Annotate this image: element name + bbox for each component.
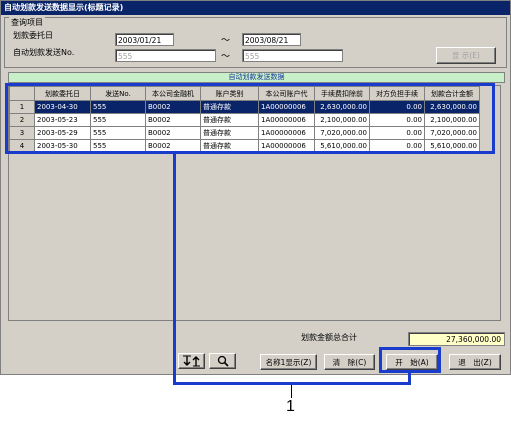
- app-window: 自动划款发送数据显示(标题记录) 查询项目 划款委托日 2003/01/21 ～…: [0, 0, 511, 375]
- no-range-separator: ～: [221, 52, 231, 62]
- callout-bracket-right: [408, 370, 411, 385]
- date-to-field[interactable]: 2003/08/21: [242, 33, 301, 46]
- clear-button[interactable]: 清 除(C): [324, 354, 375, 370]
- no-label: 自动划款发送No.: [13, 48, 75, 57]
- table-highlight-box: [5, 83, 495, 154]
- callout-bracket-left: [173, 152, 176, 385]
- data-banner: 自动划款发送数据: [8, 72, 505, 83]
- date-from-field[interactable]: 2003/01/21: [115, 33, 174, 46]
- sort-icon: [182, 355, 200, 367]
- no-from-field[interactable]: 555: [115, 49, 216, 62]
- sort-button[interactable]: [178, 353, 205, 369]
- total-value-field: 27,360,000.00: [408, 332, 505, 346]
- total-label: 划款金额总合计: [301, 333, 357, 342]
- search-button[interactable]: [209, 353, 236, 369]
- name-display-button[interactable]: 名称1显示(Z): [260, 354, 317, 370]
- no-to-field[interactable]: 555: [242, 49, 343, 62]
- exit-button[interactable]: 退 出(Z): [449, 354, 501, 370]
- display-button[interactable]: 显 示(E): [436, 47, 496, 64]
- callout-bracket-bottom: [173, 382, 411, 385]
- callout-number: 1: [286, 398, 295, 415]
- date-label: 划款委托日: [13, 31, 53, 40]
- search-icon: [217, 355, 229, 367]
- date-range-separator: ～: [221, 36, 231, 46]
- query-group-label: 查询项目: [9, 17, 45, 28]
- window-title: 自动划款发送数据显示(标题记录): [1, 1, 510, 15]
- callout-leader-line: [291, 385, 292, 398]
